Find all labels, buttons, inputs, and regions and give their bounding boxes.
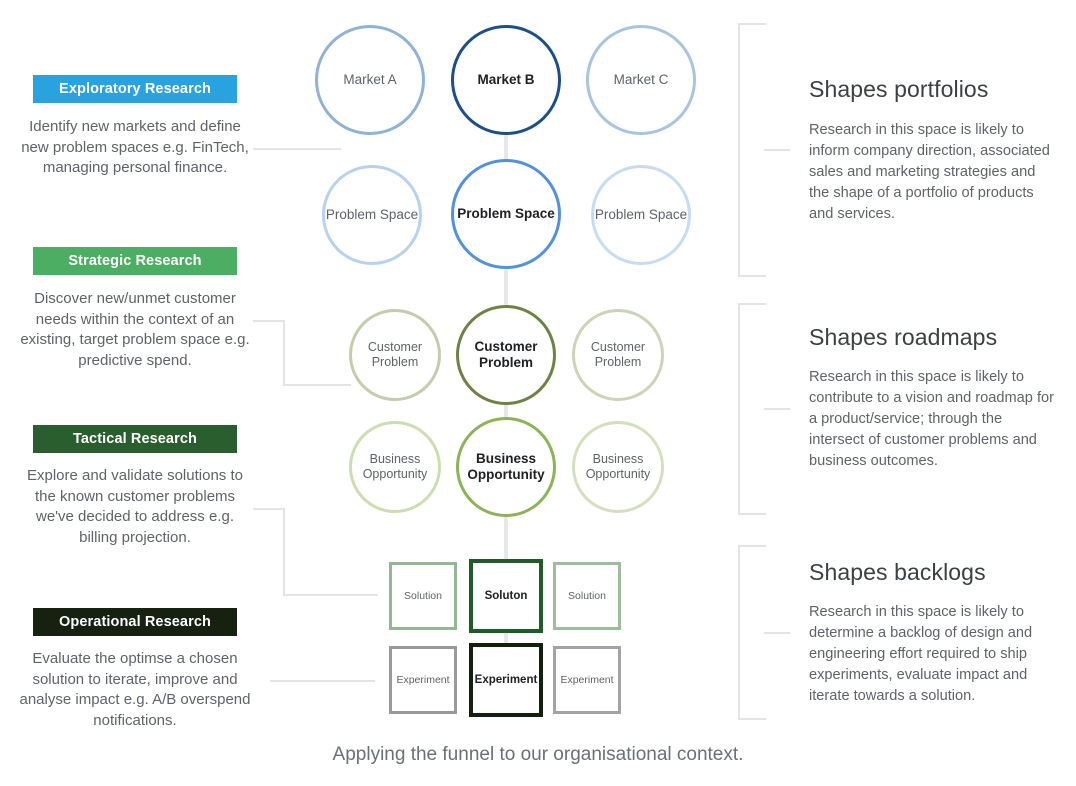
heading-shapes-roadmaps: Shapes roadmaps: [809, 324, 998, 350]
right-bracket-roadmaps-stub: [764, 408, 790, 410]
heading-shapes-portfolios: Shapes portfolios: [809, 76, 989, 102]
left-connector-strategic-arm: [283, 384, 351, 386]
description-strategic-research: Discover new/unmet customer needs within…: [20, 290, 250, 369]
body-shapes-portfolios: Research in this space is likely to info…: [809, 122, 1050, 222]
diagram-caption: Applying the funnel to our organisationa…: [332, 744, 744, 765]
chip-exploratory-research[interactable]: Exploratory Research: [33, 75, 237, 103]
right-bracket-portfolios-stub: [764, 149, 790, 151]
node-market-c[interactable]: Market C: [586, 25, 696, 135]
node-problem-space-b[interactable]: Problem Space: [451, 159, 561, 269]
chip-strategic-research[interactable]: Strategic Research: [33, 247, 237, 275]
node-customer-problem-a[interactable]: Customer Problem: [349, 309, 441, 401]
left-connector-tactical-arm: [283, 594, 378, 596]
node-experiment-c[interactable]: Experiment: [553, 646, 621, 714]
node-market-a[interactable]: Market A: [315, 25, 425, 135]
heading-shapes-backlogs: Shapes backlogs: [809, 559, 986, 585]
chip-operational-research[interactable]: Operational Research: [33, 608, 237, 636]
right-bracket-roadmaps: [738, 303, 766, 515]
left-connector-exploratory: [253, 148, 341, 150]
node-solution-a[interactable]: Solution: [389, 562, 457, 630]
node-customer-problem-c[interactable]: Customer Problem: [572, 309, 664, 401]
right-bracket-portfolios: [738, 23, 766, 277]
node-business-opportunity-c[interactable]: Business Opportunity: [572, 421, 664, 513]
left-connector-tactical: [283, 508, 349, 596]
diagram-canvas: Exploratory Research Identify new market…: [0, 0, 1076, 786]
connector-business-to-solution: [504, 512, 508, 562]
node-customer-problem-b[interactable]: Customer Problem: [456, 305, 556, 405]
node-business-opportunity-b[interactable]: Business Opportunity: [456, 417, 556, 517]
node-experiment-a[interactable]: Experiment: [389, 646, 457, 714]
description-tactical-research: Explore and validate solutions to the kn…: [27, 467, 243, 546]
body-shapes-roadmaps: Research in this space is likely to cont…: [809, 369, 1054, 469]
body-shapes-backlogs: Research in this space is likely to dete…: [809, 604, 1033, 704]
node-problem-space-c[interactable]: Problem Space: [591, 165, 691, 265]
node-experiment-b[interactable]: Experiment: [469, 643, 543, 717]
node-solution-c[interactable]: Solution: [553, 562, 621, 630]
description-exploratory-research: Identify new markets and define new prob…: [21, 118, 249, 176]
node-business-opportunity-a[interactable]: Business Opportunity: [349, 421, 441, 513]
connector-problem-to-customer: [504, 265, 508, 310]
left-connector-strategic-top: [253, 320, 285, 322]
node-problem-space-a[interactable]: Problem Space: [322, 165, 422, 265]
right-bracket-backlogs: [738, 545, 766, 720]
right-bracket-backlogs-stub: [764, 632, 790, 634]
left-connector-tactical-top: [253, 508, 285, 510]
node-market-b[interactable]: Market B: [451, 25, 561, 135]
description-operational-research: Evaluate the optimse a chosen solution t…: [19, 650, 251, 729]
left-connector-strategic: [283, 320, 349, 386]
left-connector-operational: [270, 680, 375, 682]
chip-tactical-research[interactable]: Tactical Research: [33, 425, 237, 453]
node-solution-b[interactable]: Soluton: [469, 559, 543, 633]
